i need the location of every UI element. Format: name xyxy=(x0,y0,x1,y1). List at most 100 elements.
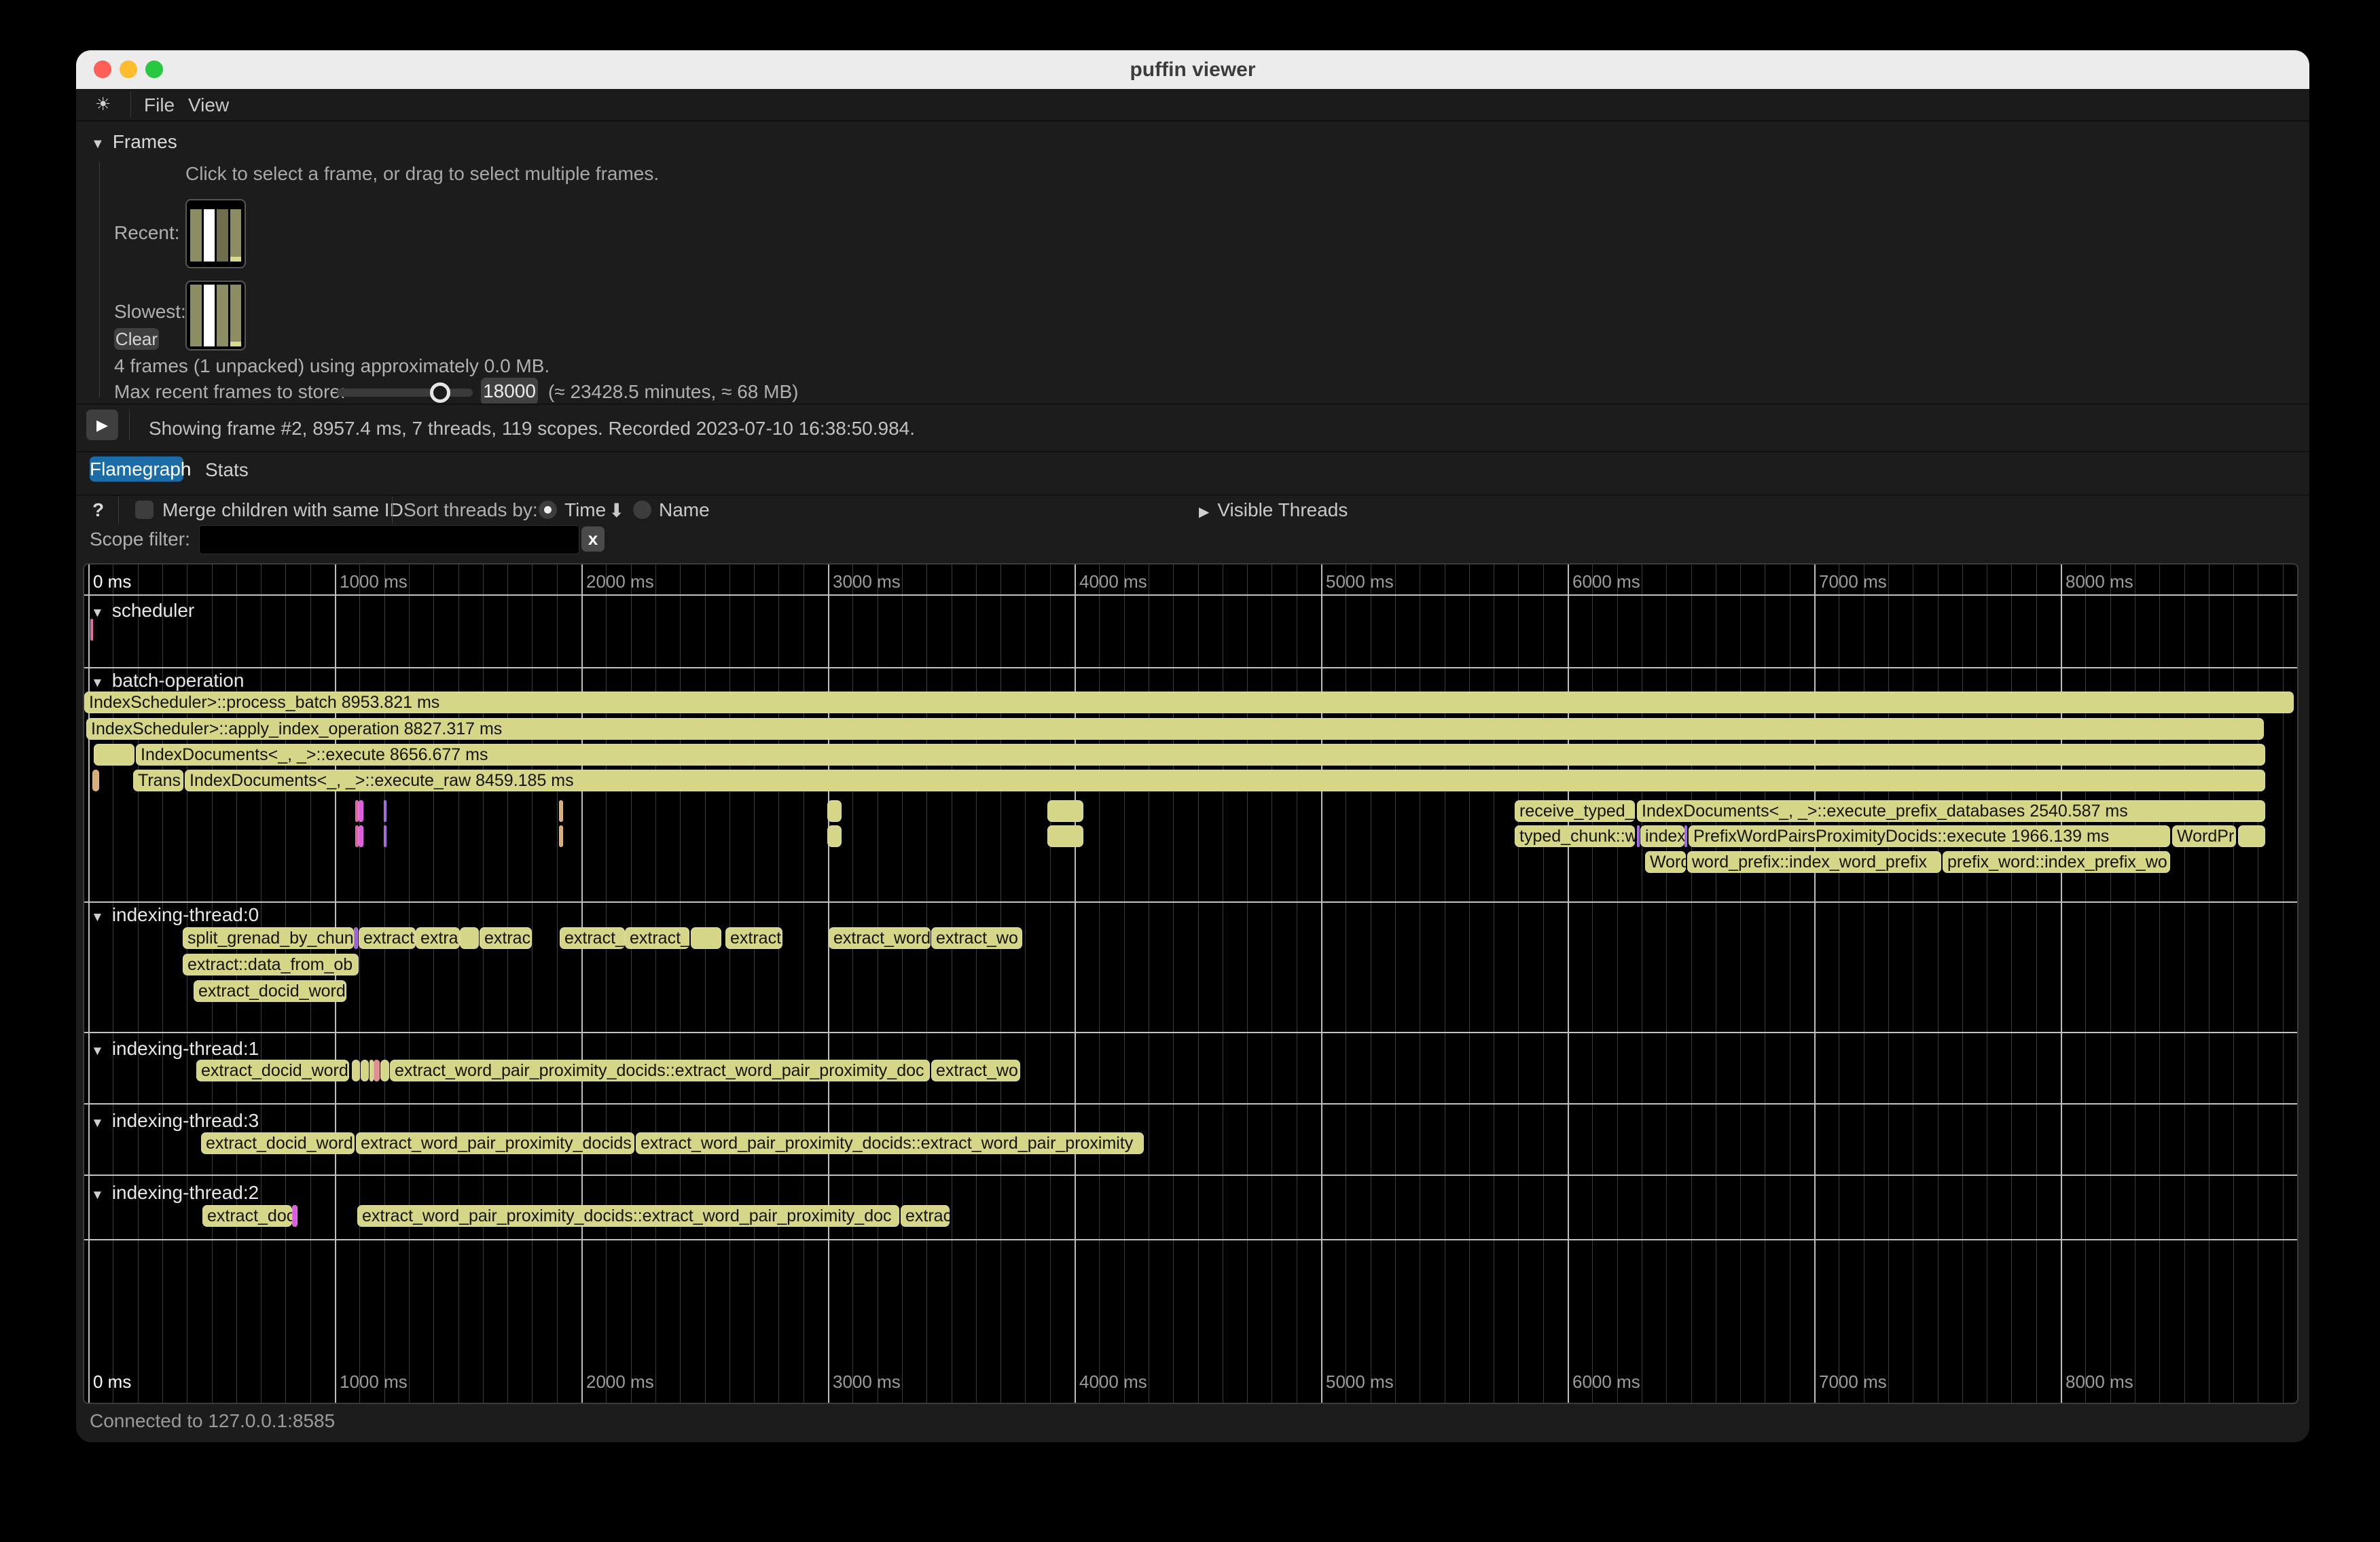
max-frames-value[interactable]: 18000 xyxy=(481,378,538,405)
clear-button[interactable]: Clear xyxy=(114,328,159,350)
scope-bar[interactable]: IndexDocuments<_, _>::execute_raw 8459.1… xyxy=(185,770,2265,791)
scope-bar[interactable] xyxy=(384,825,386,847)
tab-stats[interactable]: Stats xyxy=(205,459,249,481)
theme-toggle-icon[interactable]: ☀ xyxy=(95,94,111,115)
thread-collapse-header[interactable]: ▼indexing-thread:2 xyxy=(91,1182,259,1204)
scope-bar[interactable]: extract_doc xyxy=(202,1205,292,1227)
gridline xyxy=(778,564,779,1403)
scope-bar[interactable] xyxy=(354,927,358,949)
scope-bar[interactable] xyxy=(559,825,563,847)
recent-frames-thumbnail[interactable] xyxy=(185,199,246,268)
scope-bar[interactable]: extract xyxy=(359,927,416,949)
scope-bar[interactable] xyxy=(292,1205,298,1227)
section-separator xyxy=(84,667,2297,668)
gridline xyxy=(1938,564,1939,1403)
sort-direction-icon[interactable]: ⬇ xyxy=(609,499,624,522)
scope-bar[interactable] xyxy=(827,800,842,822)
max-frames-slider[interactable] xyxy=(337,389,473,397)
menu-file[interactable]: File xyxy=(144,94,175,116)
scope-bar[interactable] xyxy=(827,825,842,847)
ruler-tick-label: 2000 ms xyxy=(586,571,654,592)
scope-bar[interactable]: extract_word_pair_proximity_docids xyxy=(356,1132,634,1154)
scope-bar[interactable] xyxy=(380,1060,389,1081)
scope-bar[interactable]: IndexScheduler>::process_batch 8953.821 … xyxy=(84,692,2294,713)
scope-bar[interactable] xyxy=(361,1060,369,1081)
scope-bar[interactable]: extract_docid_word xyxy=(196,1060,349,1081)
collapse-open-icon: ▼ xyxy=(91,676,104,690)
flamegraph-panel[interactable]: 0 ms0 ms1000 ms1000 ms2000 ms2000 ms3000… xyxy=(83,563,2298,1404)
scope-bar[interactable]: extract_word_pair_proximity_docids::extr… xyxy=(636,1132,1144,1154)
scope-bar[interactable]: word_prefix::index_word_prefix xyxy=(1687,851,1941,873)
scope-bar[interactable]: extrac xyxy=(901,1205,950,1227)
scope-bar[interactable]: extract_docid_word xyxy=(194,980,346,1002)
scope-bar[interactable]: extract xyxy=(725,927,782,949)
scope-bar[interactable]: index xyxy=(1640,825,1684,847)
scope-bar[interactable]: extract_word xyxy=(829,927,931,949)
scope-bar[interactable]: typed_chunk::w xyxy=(1515,825,1635,847)
scope-bar[interactable] xyxy=(559,800,563,822)
scope-bar[interactable]: extrac xyxy=(480,927,532,949)
merge-children-checkbox[interactable] xyxy=(135,501,154,519)
thread-collapse-header[interactable]: ▼batch-operation xyxy=(91,670,244,692)
scope-bar[interactable]: extract::data_from_ob xyxy=(183,954,359,975)
scope-bar[interactable]: split_grenad_by_chun xyxy=(183,927,354,949)
scope-bar[interactable] xyxy=(359,825,363,847)
thread-collapse-header[interactable]: ▼indexing-thread:1 xyxy=(91,1038,259,1060)
scope-bar[interactable]: extract_ xyxy=(560,927,625,949)
scope-bar[interactable]: extract_wo xyxy=(931,1060,1020,1081)
scope-bar[interactable]: prefix_word::index_prefix_wo xyxy=(1943,851,2170,873)
scope-filter-input[interactable] xyxy=(199,525,579,554)
gridline xyxy=(507,564,508,1403)
menu-view[interactable]: View xyxy=(188,94,229,116)
scope-bar[interactable] xyxy=(384,800,386,822)
gridline xyxy=(1173,564,1174,1403)
sort-name-label: Name xyxy=(659,499,710,521)
help-button[interactable]: ? xyxy=(92,499,104,521)
scope-bar[interactable]: extra xyxy=(416,927,460,949)
scope-bar[interactable] xyxy=(1637,825,1640,847)
scope-bar[interactable]: IndexScheduler>::apply_index_operation 8… xyxy=(86,718,2264,740)
sort-name-radio[interactable] xyxy=(633,501,651,519)
max-frames-slider-knob[interactable] xyxy=(430,382,450,403)
scope-bar[interactable]: extract_docid_word xyxy=(201,1132,355,1154)
scope-bar[interactable]: Word xyxy=(1645,851,1686,873)
scope-bar[interactable]: extract_ xyxy=(625,927,689,949)
collapse-closed-icon: ▶ xyxy=(1199,505,1209,520)
scope-bar[interactable]: extract_word_pair_proximity_docids::extr… xyxy=(390,1060,930,1081)
clear-filter-button[interactable]: x xyxy=(581,526,605,552)
scope-bar[interactable] xyxy=(92,770,99,791)
scope-bar[interactable] xyxy=(460,927,479,949)
frame-bar xyxy=(217,285,228,346)
scope-bar[interactable]: IndexDocuments<_, _>::execute 8656.677 m… xyxy=(136,744,2265,766)
slowest-frames-thumbnail[interactable] xyxy=(185,281,246,351)
scope-bar[interactable]: WordPr xyxy=(2172,825,2236,847)
scope-bar[interactable]: Trans xyxy=(133,770,183,791)
scope-bar[interactable] xyxy=(94,744,134,766)
thread-collapse-header[interactable]: ▼scheduler xyxy=(91,600,194,622)
frames-section-header[interactable]: ▼Frames xyxy=(91,131,177,153)
visible-threads-header[interactable]: ▶Visible Threads xyxy=(1199,499,1348,521)
scope-bar[interactable]: extract_word_pair_proximity_docids::extr… xyxy=(357,1205,899,1227)
scope-bar[interactable] xyxy=(691,927,721,949)
sort-time-radio[interactable] xyxy=(539,501,557,519)
thread-name: indexing-thread:3 xyxy=(112,1110,259,1131)
scope-bar[interactable]: IndexDocuments<_, _>::execute_prefix_dat… xyxy=(1637,800,2265,822)
thread-collapse-header[interactable]: ▼indexing-thread:0 xyxy=(91,904,259,926)
tab-flamegraph[interactable]: Flamegraph xyxy=(90,456,183,482)
scope-bar[interactable]: extract_wo xyxy=(931,927,1022,949)
gridline xyxy=(359,564,360,1403)
scope-bar[interactable] xyxy=(359,800,363,822)
scope-bar[interactable] xyxy=(374,1060,380,1081)
gridline xyxy=(705,564,706,1403)
scope-bar[interactable]: receive_typed_ xyxy=(1515,800,1635,822)
scope-bar[interactable] xyxy=(1684,825,1687,847)
scope-bar[interactable] xyxy=(90,619,93,641)
play-button[interactable]: ▶ xyxy=(86,410,118,440)
scope-bar[interactable] xyxy=(2238,825,2265,847)
scope-bar[interactable] xyxy=(1047,800,1083,822)
scope-bar[interactable] xyxy=(1047,825,1083,847)
gridline xyxy=(2159,564,2160,1403)
scope-bar[interactable]: PrefixWordPairsProximityDocids::execute … xyxy=(1689,825,2170,847)
thread-collapse-header[interactable]: ▼indexing-thread:3 xyxy=(91,1110,259,1132)
scope-bar[interactable] xyxy=(352,1060,360,1081)
